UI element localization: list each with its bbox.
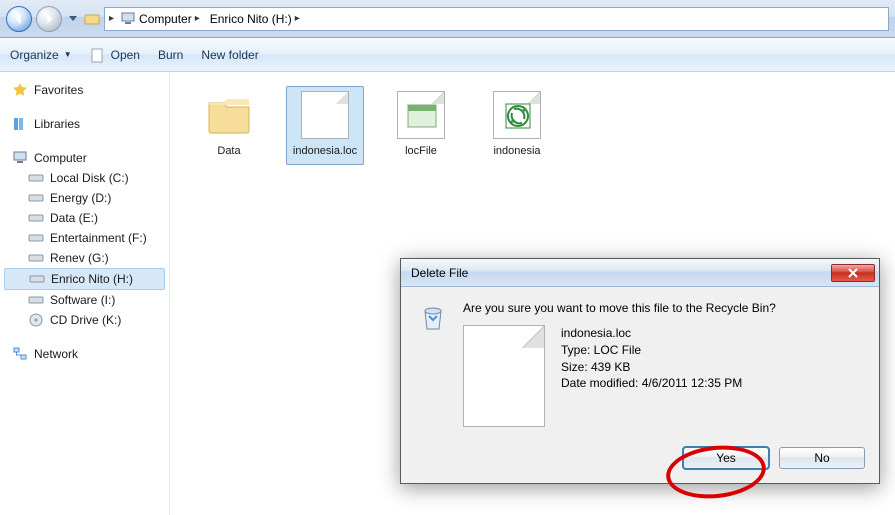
arrow-left-icon xyxy=(12,12,26,26)
burn-label: Burn xyxy=(158,48,183,62)
sidebar-libraries[interactable]: Libraries xyxy=(4,114,165,134)
drive-icon xyxy=(28,170,44,186)
chevron-down-icon xyxy=(69,16,77,21)
drive-icon xyxy=(28,292,44,308)
file-item-folder[interactable]: Data xyxy=(190,86,268,165)
drive-icon xyxy=(28,190,44,206)
file-icon xyxy=(301,91,349,139)
dialog-filemodified: Date modified: 4/6/2011 12:35 PM xyxy=(561,375,742,392)
open-label: Open xyxy=(111,48,140,62)
file-label: locFile xyxy=(385,145,457,158)
navigation-pane: Favorites Libraries Computer Local Disk … xyxy=(0,72,170,515)
back-button[interactable] xyxy=(6,6,32,32)
sidebar-item-label: Energy (D:) xyxy=(50,191,111,205)
sidebar-drive-f[interactable]: Entertainment (F:) xyxy=(4,228,165,248)
sidebar-item-label: Network xyxy=(34,347,78,361)
sidebar-item-label: Software (I:) xyxy=(50,293,115,307)
open-button[interactable]: Open xyxy=(90,47,140,63)
sidebar-drive-i[interactable]: Software (I:) xyxy=(4,290,165,310)
chevron-right-icon: ▸ xyxy=(109,13,114,24)
sidebar-item-label: Libraries xyxy=(34,117,80,131)
sidebar-network[interactable]: Network xyxy=(4,344,165,364)
crumb-drive[interactable]: Enrico Nito (H:) ▸ xyxy=(206,8,304,30)
sidebar-drive-e[interactable]: Data (E:) xyxy=(4,208,165,228)
dialog-body: Are you sure you want to move this file … xyxy=(401,287,879,439)
file-item[interactable]: locFile xyxy=(382,86,460,165)
file-item-selected[interactable]: indonesia.loc xyxy=(286,86,364,165)
drive-icon xyxy=(28,210,44,226)
file-label: indonesia.loc xyxy=(289,145,361,158)
computer-icon xyxy=(120,11,136,27)
delete-dialog: Delete File Are you sure you want to mov… xyxy=(400,258,880,484)
sidebar-item-label: Computer xyxy=(34,151,87,165)
organize-label: Organize xyxy=(10,48,59,62)
folder-icon xyxy=(205,91,253,139)
sidebar-drive-h[interactable]: Enrico Nito (H:) xyxy=(4,268,165,290)
computer-icon xyxy=(12,150,28,166)
dialog-filetype: Type: LOC File xyxy=(561,342,742,359)
organize-menu[interactable]: Organize ▼ xyxy=(10,48,72,62)
sidebar-item-label: Data (E:) xyxy=(50,211,98,225)
sidebar-item-label: Enrico Nito (H:) xyxy=(51,272,133,286)
libraries-icon xyxy=(12,116,28,132)
breadcrumb[interactable]: ▸ Computer ▸ Enrico Nito (H:) ▸ xyxy=(104,7,889,31)
address-bar: ▸ Computer ▸ Enrico Nito (H:) ▸ xyxy=(0,0,895,38)
dialog-fileinfo: indonesia.loc Type: LOC File Size: 439 K… xyxy=(463,325,863,427)
file-icon xyxy=(493,91,541,139)
dialog-titlebar[interactable]: Delete File xyxy=(401,259,879,287)
no-button[interactable]: No xyxy=(779,447,865,469)
history-dropdown[interactable] xyxy=(66,8,80,30)
newfolder-label: New folder xyxy=(201,48,258,62)
crumb-label: Computer xyxy=(139,12,192,26)
command-bar: Organize ▼ Open Burn New folder xyxy=(0,38,895,72)
sidebar-drive-g[interactable]: Renev (G:) xyxy=(4,248,165,268)
dialog-question: Are you sure you want to move this file … xyxy=(463,301,863,315)
sidebar-computer[interactable]: Computer xyxy=(4,148,165,168)
sidebar-drive-c[interactable]: Local Disk (C:) xyxy=(4,168,165,188)
drive-icon xyxy=(28,250,44,266)
dialog-filesize: Size: 439 KB xyxy=(561,359,742,376)
sidebar-item-label: Entertainment (F:) xyxy=(50,231,147,245)
network-icon xyxy=(12,346,28,362)
dialog-title: Delete File xyxy=(411,266,468,280)
close-button[interactable] xyxy=(831,264,875,282)
chevron-down-icon: ▼ xyxy=(64,50,72,59)
arrow-right-icon xyxy=(42,12,56,26)
newfolder-button[interactable]: New folder xyxy=(201,48,258,62)
sidebar-item-label: Favorites xyxy=(34,83,83,97)
file-icon xyxy=(397,91,445,139)
recycle-bin-icon xyxy=(417,301,449,333)
file-item[interactable]: indonesia xyxy=(478,86,556,165)
cd-drive-icon xyxy=(28,312,44,328)
star-icon xyxy=(12,82,28,98)
file-thumbnail xyxy=(463,325,545,427)
file-label: indonesia xyxy=(481,145,553,158)
close-icon xyxy=(848,268,858,278)
yes-button[interactable]: Yes xyxy=(683,447,769,469)
crumb-computer[interactable]: Computer ▸ xyxy=(116,8,204,30)
drive-icon xyxy=(29,271,45,287)
sidebar-item-label: Renev (G:) xyxy=(50,251,109,265)
dialog-filename: indonesia.loc xyxy=(561,325,742,342)
sidebar-drive-k[interactable]: CD Drive (K:) xyxy=(4,310,165,330)
folder-path-icon xyxy=(84,11,100,27)
drive-icon xyxy=(28,230,44,246)
dialog-buttons: Yes No xyxy=(401,439,879,483)
sidebar-item-label: CD Drive (K:) xyxy=(50,313,121,327)
open-icon xyxy=(90,47,106,63)
sidebar-drive-d[interactable]: Energy (D:) xyxy=(4,188,165,208)
sidebar-item-label: Local Disk (C:) xyxy=(50,171,129,185)
sidebar-favorites[interactable]: Favorites xyxy=(4,80,165,100)
crumb-label: Enrico Nito (H:) xyxy=(210,12,292,26)
forward-button[interactable] xyxy=(36,6,62,32)
file-label: Data xyxy=(193,145,265,158)
burn-button[interactable]: Burn xyxy=(158,48,183,62)
chevron-right-icon: ▸ xyxy=(195,13,200,24)
chevron-right-icon: ▸ xyxy=(295,13,300,24)
